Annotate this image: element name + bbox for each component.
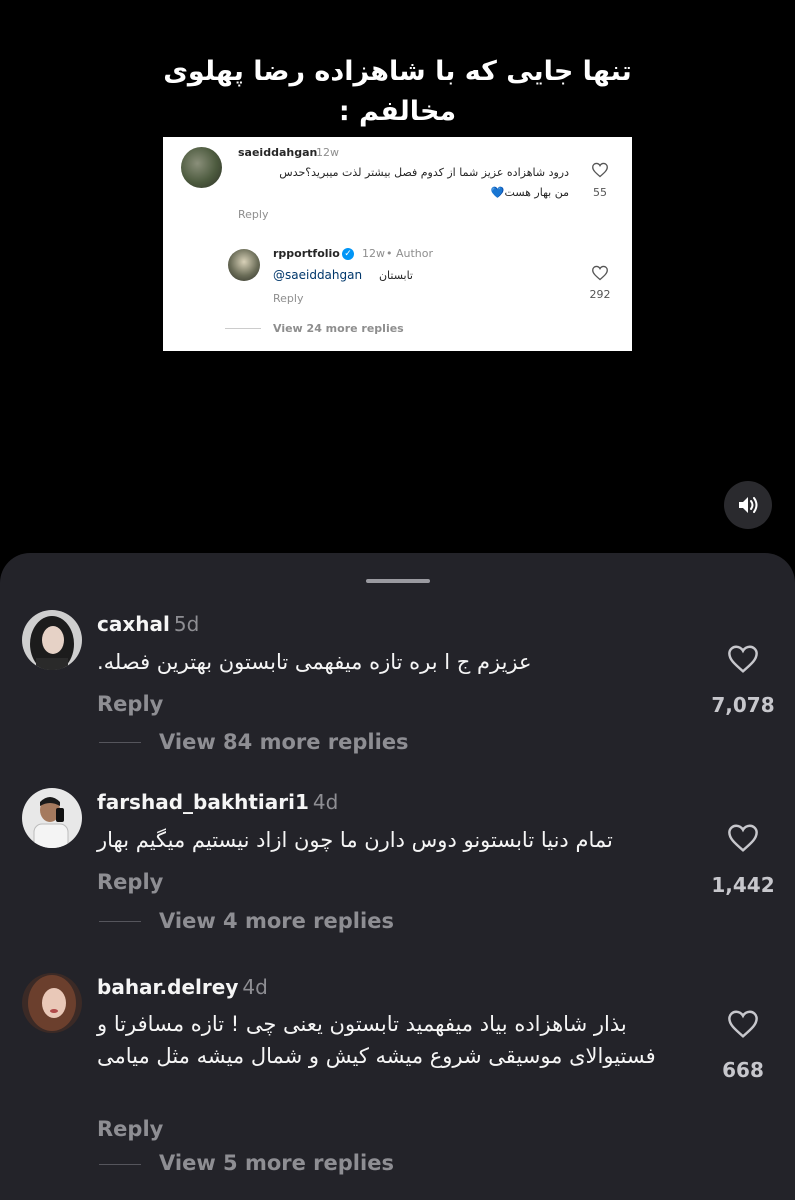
- embed-comment-reply: Reply: [238, 208, 269, 221]
- embed-comment-likes: 55: [593, 186, 607, 199]
- heart-icon[interactable]: [726, 1009, 760, 1039]
- embed-author-label: • Author: [386, 247, 434, 260]
- embed-comment-text-line-2: من بهار هست💙: [490, 186, 569, 199]
- heart-icon[interactable]: [726, 823, 760, 853]
- comments-sheet: caxhal 5d عزیزم ج ا بره تازه میفهمی تابست…: [0, 553, 795, 1200]
- reply-button[interactable]: Reply: [97, 870, 163, 894]
- comment-username[interactable]: farshad_bakhtiari1 4d: [97, 790, 338, 814]
- embed-author-username: rpportfolio: [273, 247, 340, 260]
- view-more-replies-button[interactable]: View 5 more replies: [159, 1151, 394, 1175]
- verified-badge-icon: ✓: [342, 248, 354, 260]
- embed-heart-icon: [592, 162, 608, 178]
- avatar[interactable]: [22, 788, 82, 848]
- username-text[interactable]: bahar.delrey: [97, 975, 238, 999]
- comment-username[interactable]: bahar.delrey 4d: [97, 975, 268, 999]
- comment-username[interactable]: caxhal 5d: [97, 612, 199, 636]
- view-replies-line: [99, 921, 141, 922]
- video-area[interactable]: تنها جایی که با شاهزاده رضا پهلوی مخالفم…: [0, 0, 795, 560]
- embed-view-more-replies: View 24 more replies: [273, 322, 404, 335]
- view-more-replies-button[interactable]: View 4 more replies: [159, 909, 394, 933]
- comment-time: 4d: [242, 975, 268, 999]
- comment-time: 4d: [312, 790, 339, 814]
- embed-reply-likes: 292: [589, 288, 611, 301]
- comment-text: بذار شاهزاده بیاد میفهمید تابستون یعنی چ…: [97, 1012, 656, 1068]
- embed-view-more-line: [225, 328, 261, 329]
- embed-reply-reply: Reply: [273, 292, 304, 305]
- username-text[interactable]: caxhal: [97, 612, 170, 636]
- heart-icon[interactable]: [726, 644, 760, 674]
- caption-line-1: تنها جایی که با شاهزاده رضا پهلوی: [163, 56, 632, 87]
- reply-button[interactable]: Reply: [97, 692, 163, 716]
- comment-time: 5d: [173, 612, 200, 636]
- embed-reply-time: 12w: [362, 247, 385, 260]
- sheet-drag-handle[interactable]: [366, 579, 430, 583]
- embed-commenter-username: saeiddahgan: [238, 146, 318, 159]
- username-text[interactable]: farshad_bakhtiari1: [97, 790, 309, 814]
- embed-author-avatar: [228, 249, 260, 281]
- caption-line-2: مخالفم :: [338, 96, 457, 127]
- avatar[interactable]: [22, 973, 82, 1033]
- like-count: 668: [722, 1058, 764, 1082]
- view-replies-line: [99, 742, 141, 743]
- embed-comment-text-line-1: درود شاهزاده عزیز شما از کدوم فصل بیشتر …: [279, 166, 569, 179]
- view-replies-line: [99, 1164, 141, 1165]
- like-count: 1,442: [711, 873, 775, 897]
- embed-reply-heart-icon: [592, 265, 608, 281]
- sound-toggle-button[interactable]: [724, 481, 772, 529]
- embed-reply-text: تابستان: [378, 269, 413, 282]
- comment-text: تمام دنیا تابستونو دوس دارن ما چون ازاد …: [97, 828, 613, 852]
- reply-button[interactable]: Reply: [97, 1117, 163, 1141]
- speaker-icon: [739, 497, 758, 513]
- embed-commenter-avatar: [181, 147, 222, 188]
- video-caption-overlay: تنها جایی که با شاهزاده رضا پهلوی مخالفم…: [0, 52, 795, 132]
- view-more-replies-button[interactable]: View 84 more replies: [159, 730, 409, 754]
- embed-comment-time: 12w: [316, 146, 339, 159]
- embedded-comment-screenshot: saeiddahgan 12w درود شاهزاده عزیز شما از…: [163, 137, 632, 351]
- embed-reply-mention: @saeiddahgan: [273, 268, 363, 282]
- avatar[interactable]: [22, 610, 82, 670]
- comment-text: عزیزم ج ا بره تازه میفهمی تابستون بهترین…: [97, 650, 532, 674]
- like-count: 7,078: [711, 693, 775, 717]
